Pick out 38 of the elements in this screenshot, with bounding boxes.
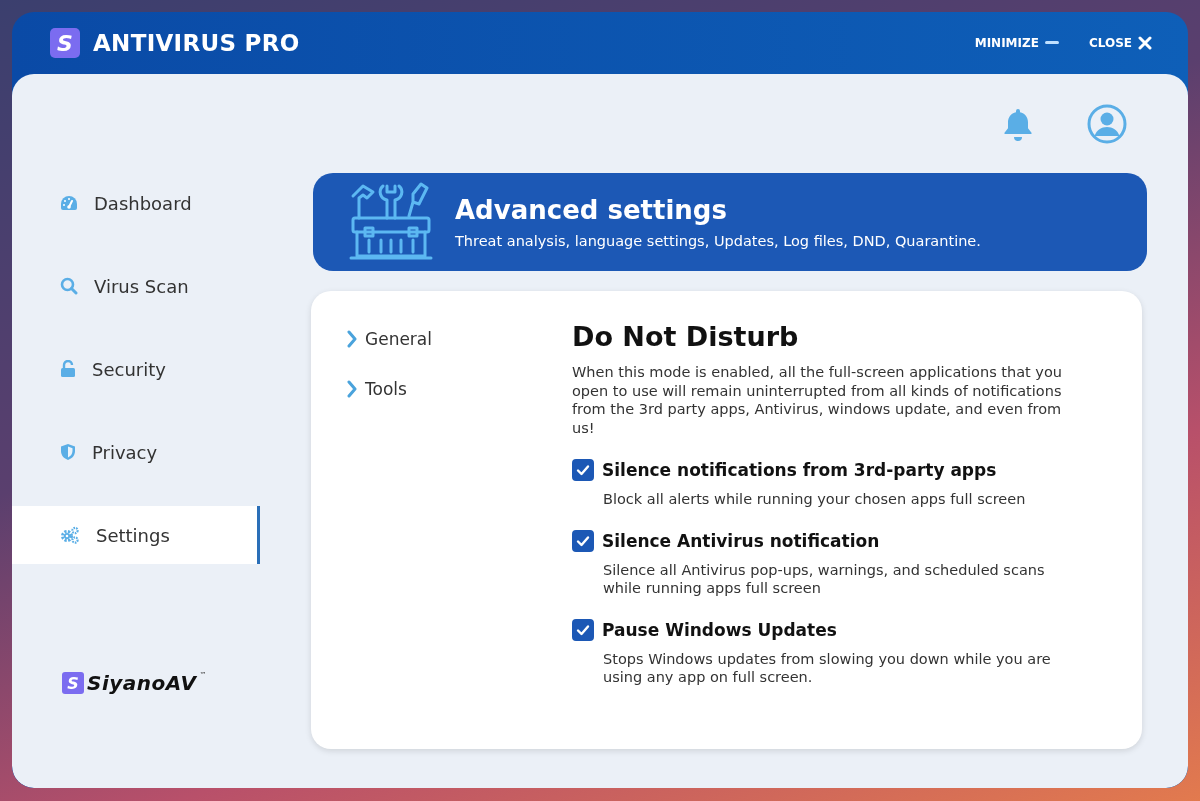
banner-subtitle: Threat analysis, language settings, Updates, Log files, DND, Quarantine. (455, 233, 981, 249)
option-label: Silence notifications from 3rd-party apps (602, 460, 997, 480)
settings-nav-link[interactable]: General (347, 327, 572, 351)
sidebar-item[interactable]: Settings (12, 506, 260, 564)
minimize-icon (1044, 41, 1059, 45)
checkbox[interactable] (572, 459, 594, 481)
settings-nav-link[interactable]: Tools (347, 377, 572, 401)
section-description: When this mode is enabled, all the full-screen applications that you open to use will remain uninterrupted from all kinds of notifications from the 3rd party apps, Antivirus, windows update, and even from us! (572, 363, 1063, 437)
gauge-icon (60, 195, 78, 211)
checkmark-icon (576, 624, 590, 636)
shield-icon (60, 443, 76, 461)
option-label: Silence Antivirus notification (602, 531, 880, 551)
search-icon (60, 277, 78, 295)
checkmark-icon (576, 464, 590, 476)
option-description: Stops Windows updates from slowing you down while you are using any app on full screen. (603, 650, 1052, 686)
checkbox[interactable] (572, 530, 594, 552)
section-heading: Do Not Disturb (572, 321, 800, 352)
checkbox[interactable] (572, 619, 594, 641)
unlocked-padlock-icon (60, 360, 76, 378)
sidebar-item[interactable]: Security (12, 340, 260, 398)
banner-title: Advanced settings (455, 195, 728, 225)
close-button[interactable]: CLOSE (1088, 36, 1152, 50)
sidebar-item[interactable]: Dashboard (12, 174, 260, 232)
minimize-button[interactable]: MINIMIZE (974, 36, 1059, 50)
window-title: ANTIVIRUS PRO (93, 30, 300, 56)
app-logo: S (50, 28, 80, 58)
toolbox-icon (349, 182, 433, 262)
sidebar-item[interactable]: Privacy (12, 423, 260, 481)
brand-name: SiyanoAV (87, 671, 197, 695)
chevron-right-icon (347, 380, 357, 398)
sidebar-item[interactable]: Virus Scan (12, 257, 260, 315)
chevron-right-icon (347, 330, 357, 348)
option-description: Block all alerts while running your chosen apps full screen (603, 490, 1027, 508)
close-icon (1138, 36, 1152, 50)
checkmark-icon (576, 535, 590, 547)
option-label: Pause Windows Updates (602, 620, 837, 640)
brand-logo-mark: S (62, 672, 84, 694)
option-description: Silence all Antivirus pop-ups, warnings, and scheduled scans while running apps full screen (603, 561, 1046, 597)
